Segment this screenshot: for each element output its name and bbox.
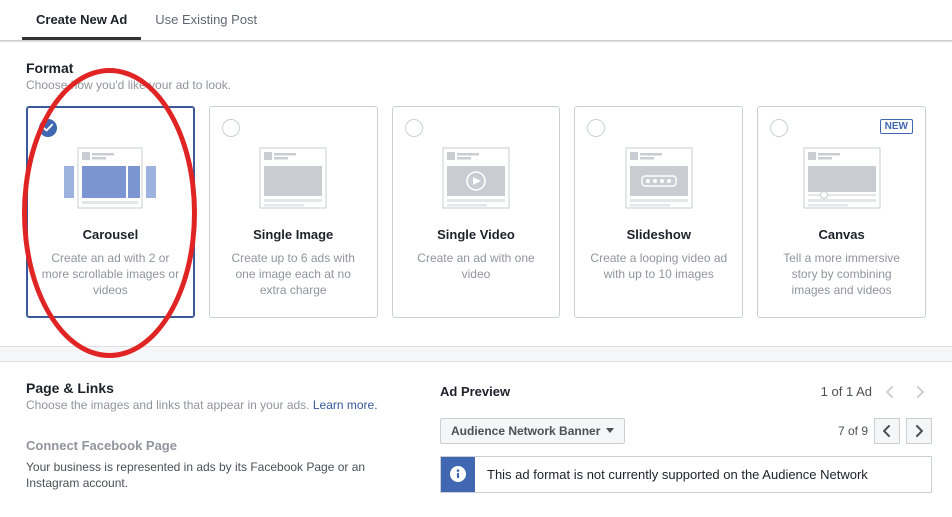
preview-alert: This ad format is not currently supporte…	[440, 456, 932, 493]
connect-page-desc: Your business is represented in ads by i…	[26, 459, 404, 493]
format-subtitle: Choose how you'd like your ad to look.	[26, 78, 926, 92]
ad-preview-title: Ad Preview	[440, 384, 510, 399]
placement-select[interactable]: Audience Network Banner	[440, 418, 625, 444]
format-name: Slideshow	[587, 227, 730, 242]
format-option-canvas[interactable]: NEW Canvas Tell a more imme	[757, 106, 926, 318]
radio-icon	[39, 119, 57, 137]
format-name: Single Image	[222, 227, 365, 242]
tab-create-new-ad[interactable]: Create New Ad	[22, 0, 141, 40]
section-divider	[0, 346, 952, 362]
single-image-thumbnail	[222, 139, 365, 217]
format-name: Single Video	[405, 227, 548, 242]
radio-icon	[222, 119, 240, 137]
radio-icon	[405, 119, 423, 137]
preview-alert-text: This ad format is not currently supporte…	[475, 457, 880, 492]
format-section: Format Choose how you'd like your ad to …	[0, 42, 952, 328]
format-title: Format	[26, 60, 926, 76]
info-icon	[441, 457, 475, 492]
tab-use-existing-post[interactable]: Use Existing Post	[141, 0, 271, 40]
new-badge: NEW	[880, 119, 913, 134]
format-desc: Tell a more immersive story by combining…	[770, 250, 913, 299]
ad-preview-count: 1 of 1 Ad	[821, 384, 872, 399]
slideshow-thumbnail	[587, 139, 730, 217]
format-desc: Create an ad with 2 or more scrollable i…	[39, 250, 182, 299]
page-links-subtitle: Choose the images and links that appear …	[26, 398, 404, 412]
placement-select-label: Audience Network Banner	[451, 424, 600, 438]
radio-icon	[770, 119, 788, 137]
page-links-sub-text: Choose the images and links that appear …	[26, 398, 313, 412]
carousel-thumbnail	[39, 139, 182, 217]
format-desc: Create a looping video ad with up to 10 …	[587, 250, 730, 282]
placement-next-button[interactable]	[906, 418, 932, 444]
format-desc: Create up to 6 ads with one image each a…	[222, 250, 365, 299]
ad-preview-section: Ad Preview 1 of 1 Ad Audience Network Ba…	[430, 362, 952, 493]
format-option-slideshow[interactable]: Slideshow Create a looping video ad with…	[574, 106, 743, 318]
page-and-links-section: Page & Links Choose the images and links…	[0, 362, 430, 493]
format-options: Carousel Create an ad with 2 or more scr…	[26, 106, 926, 318]
learn-more-link[interactable]: Learn more.	[313, 398, 378, 412]
format-option-single-video[interactable]: Single Video Create an ad with one video	[392, 106, 561, 318]
format-name: Carousel	[39, 227, 182, 242]
canvas-thumbnail	[770, 139, 913, 217]
placement-prev-button[interactable]	[874, 418, 900, 444]
connect-page-title: Connect Facebook Page	[26, 438, 404, 453]
tab-bar: Create New Ad Use Existing Post	[0, 0, 952, 41]
page-links-title: Page & Links	[26, 380, 404, 396]
placement-page: 7 of 9	[838, 424, 868, 438]
radio-icon	[587, 119, 605, 137]
format-name: Canvas	[770, 227, 913, 242]
chevron-down-icon	[606, 428, 614, 433]
format-desc: Create an ad with one video	[405, 250, 548, 282]
ad-next-button[interactable]	[908, 380, 932, 404]
ad-prev-button[interactable]	[878, 380, 902, 404]
format-option-carousel[interactable]: Carousel Create an ad with 2 or more scr…	[26, 106, 195, 318]
format-option-single-image[interactable]: Single Image Create up to 6 ads with one…	[209, 106, 378, 318]
single-video-thumbnail	[405, 139, 548, 217]
